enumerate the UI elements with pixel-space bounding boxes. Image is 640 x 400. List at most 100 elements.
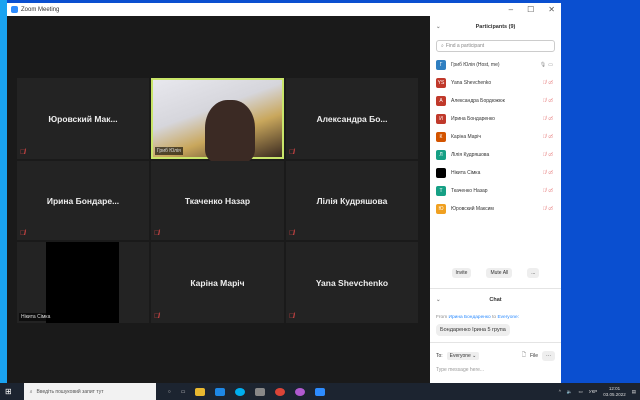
explorer-icon[interactable]	[195, 387, 206, 396]
video-tile[interactable]: Ирина Бондаре... 🎙̸	[17, 161, 149, 240]
more-button[interactable]: ...	[527, 268, 540, 278]
video-gallery: Юровский Мак... 🎙̸ Гриб Юлія Александра Бо.…	[7, 16, 430, 383]
mic-camera-icons[interactable]: 🎙▭	[540, 62, 555, 68]
chrome-icon[interactable]	[275, 387, 286, 396]
participant-name: Александра Бо...	[316, 113, 388, 124]
participant-name: Гриб Юлія (Host, me)	[451, 62, 500, 68]
avatar: Ю	[436, 204, 446, 214]
participant-name: Ирина Бондаре...	[46, 195, 120, 206]
mail-icon[interactable]	[215, 387, 226, 396]
participant-search-input[interactable]: ⌕ Find a participant	[436, 40, 555, 52]
participant-row[interactable]: А Александра Бордюжюк 🎙̸▭̸	[430, 92, 561, 110]
video-tile[interactable]: Ткаченко Назар 🎙̸	[151, 161, 284, 240]
muted-mic-camera-icons[interactable]: 🎙̸▭̸	[543, 116, 555, 122]
zoom-logo-icon	[11, 6, 18, 13]
to-label: To:	[436, 353, 443, 359]
network-icon[interactable]: ▭	[578, 389, 582, 395]
muted-mic-camera-icons[interactable]: 🎙̸▭̸	[543, 134, 555, 140]
muted-mic-icon: 🎙̸	[154, 230, 160, 237]
avatar: YS	[436, 78, 446, 88]
app-icon[interactable]	[295, 387, 306, 396]
avatar: Л	[436, 150, 446, 160]
participant-name: Yana Shevchenko	[315, 277, 389, 288]
participant-name: Ткаченко Назар	[184, 195, 251, 206]
collapse-chevron-icon[interactable]: ⌄	[436, 297, 441, 303]
paint-icon[interactable]	[255, 387, 266, 396]
video-tile[interactable]: Каріна Маріч 🎙̸	[151, 242, 284, 323]
participant-row[interactable]: К Каріна Маріч 🎙̸▭̸	[430, 128, 561, 146]
participant-row[interactable]: Нікита Сімка 🎙̸▭̸	[430, 164, 561, 182]
taskbar-search[interactable]: ⌕ Введіть пошуковий запит тут	[23, 383, 156, 400]
avatar: Г	[436, 60, 446, 70]
tray-chevron-icon[interactable]: ^	[559, 389, 561, 394]
chat-message: Бондаренко Ірина 5 група	[436, 324, 510, 336]
muted-mic-camera-icons[interactable]: 🎙̸▭̸	[543, 188, 555, 194]
participant-row[interactable]: YS Yana Shevchenko 🎙̸▭̸	[430, 74, 561, 92]
video-tile[interactable]: Yana Shevchenko 🎙̸	[286, 242, 418, 323]
clock[interactable]: 12:01 03.05.2022	[603, 386, 626, 398]
muted-mic-icon: 🎙̸	[154, 313, 160, 320]
participant-row[interactable]: Ю Юровский Максим 🎙̸▭̸	[430, 200, 561, 218]
collapse-chevron-icon[interactable]: ⌄	[436, 24, 441, 30]
participant-name: Нікита Сімка	[451, 170, 481, 176]
participants-panel: ⌄ Participants (9) ⌕ Find a participant ГГ…	[430, 16, 561, 383]
video-tile[interactable]: Гриб Юлія	[151, 78, 284, 162]
muted-mic-icon: 🎙̸	[20, 149, 26, 156]
task-view-icon[interactable]: ▭	[181, 389, 186, 395]
avatar: К	[436, 132, 446, 142]
title-bar: Zoom Meeting – ☐ ✕	[7, 3, 561, 16]
search-icon: ⌕	[29, 388, 33, 395]
invite-button[interactable]: Invite	[451, 268, 472, 278]
video-tile[interactable]: Лілія Кудряшова 🎙̸	[286, 161, 418, 240]
muted-mic-camera-icons[interactable]: 🎙̸▭̸	[543, 80, 555, 86]
start-button[interactable]: ⊞	[5, 387, 12, 396]
participant-row[interactable]: Л Лілія Кудряшова 🎙̸▭̸	[430, 146, 561, 164]
language-indicator[interactable]: УКР	[589, 389, 597, 394]
maximize-button[interactable]: ☐	[527, 3, 534, 16]
muted-mic-icon: 🎙̸	[289, 149, 295, 156]
file-button[interactable]: File	[530, 353, 538, 359]
muted-mic-camera-icons[interactable]: 🎙̸▭̸	[543, 152, 555, 158]
participant-name: Юровский Мак...	[48, 113, 118, 124]
taskbar: ⊞ ⌕ Введіть пошуковий запит тут ○ ▭ ^ 🔈 ▭…	[0, 383, 640, 400]
mute-all-button[interactable]: Mute All	[486, 268, 513, 278]
muted-mic-camera-icons[interactable]: 🎙̸▭̸	[543, 206, 555, 212]
volume-icon[interactable]: 🔈	[567, 389, 573, 395]
participant-row[interactable]: Т Ткаченко Назар 🎙̸▭̸	[430, 182, 561, 200]
chat-more-button[interactable]: ···	[542, 351, 555, 361]
participant-name: Ирина Бондаренко	[451, 116, 495, 122]
close-button[interactable]: ✕	[548, 3, 555, 16]
file-icon[interactable]: 🗋	[522, 352, 526, 360]
chat-message-input[interactable]: Type message here...	[430, 363, 561, 377]
participant-name: Юровский Максим	[451, 206, 494, 212]
desktop-strip	[0, 0, 7, 383]
participant-row[interactable]: И Ирина Бондаренко 🎙̸▭̸	[430, 110, 561, 128]
video-feed	[46, 242, 119, 323]
muted-mic-icon: 🎙̸	[20, 230, 26, 237]
recipient-select[interactable]: Everyone ⌄	[446, 352, 480, 360]
participant-name-label: Нікита Сімка	[19, 313, 53, 321]
participant-row[interactable]: Г Гриб Юлія (Host, me) 🎙▭	[430, 56, 561, 74]
avatar: А	[436, 96, 446, 106]
zoom-taskbar-icon[interactable]	[315, 387, 326, 396]
participant-name: Каріна Маріч	[451, 134, 482, 140]
participant-name: Лілія Кудряшова	[316, 195, 388, 206]
search-icon: ⌕	[441, 43, 444, 49]
participant-name: Каріна Маріч	[190, 277, 245, 288]
avatar: И	[436, 114, 446, 124]
video-tile[interactable]: Юровский Мак... 🎙̸	[17, 78, 149, 159]
muted-mic-icon: 🎙̸	[289, 230, 295, 237]
minimize-button[interactable]: –	[509, 3, 513, 16]
participant-name: Александра Бордюжюк	[451, 98, 505, 104]
muted-mic-camera-icons[interactable]: 🎙̸▭̸	[543, 170, 555, 176]
avatar	[436, 168, 446, 178]
skype-icon[interactable]	[235, 387, 246, 396]
notifications-icon[interactable]: ▤	[632, 389, 636, 395]
participant-name-label: Гриб Юлія	[155, 147, 183, 155]
video-tile[interactable]: Александра Бо... 🎙̸	[286, 78, 418, 159]
muted-mic-camera-icons[interactable]: 🎙̸▭̸	[543, 98, 555, 104]
cortana-icon[interactable]: ○	[168, 389, 171, 395]
zoom-window: Zoom Meeting – ☐ ✕ Юровский Мак... 🎙̸ Гриб…	[7, 3, 561, 383]
chat-title: Chat	[489, 297, 502, 303]
video-tile[interactable]: Нікита Сімка	[17, 242, 149, 323]
